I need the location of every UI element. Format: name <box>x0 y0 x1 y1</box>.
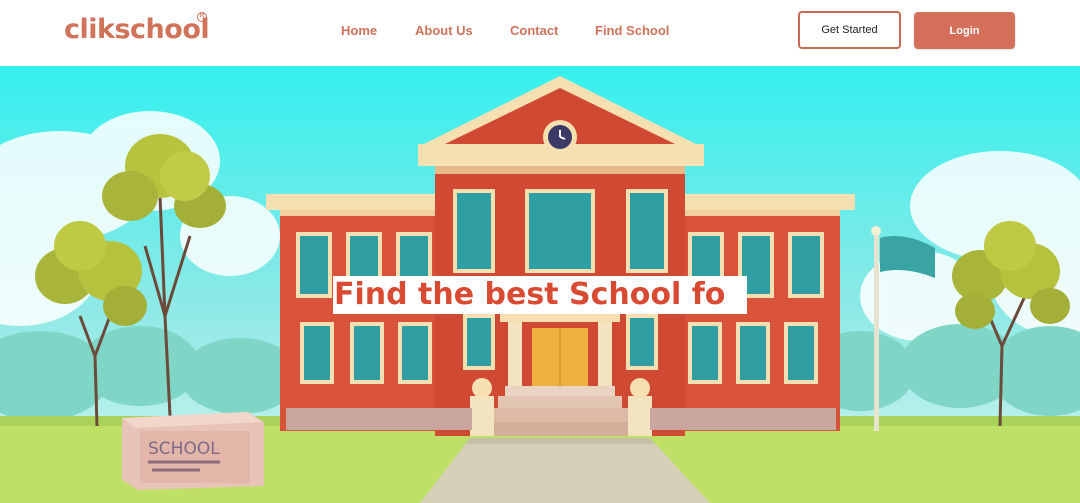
get-started-button[interactable]: Get Started <box>798 11 901 49</box>
nav-link-about-us[interactable]: About Us <box>415 23 473 38</box>
top-navbar: clikschool R Home About Us Contact Find … <box>0 0 1080 64</box>
school-sign-text: SCHOOL <box>148 439 220 459</box>
nav-link-contact[interactable]: Contact <box>510 23 558 38</box>
nav-link-find-school[interactable]: Find School <box>595 23 669 38</box>
hero-banner: SCHOOL Find the best School fo <box>0 66 1080 503</box>
hero-heading: Find the best School fo <box>333 276 747 314</box>
nav-link-home[interactable]: Home <box>341 23 377 38</box>
login-button[interactable]: Login <box>914 12 1015 49</box>
